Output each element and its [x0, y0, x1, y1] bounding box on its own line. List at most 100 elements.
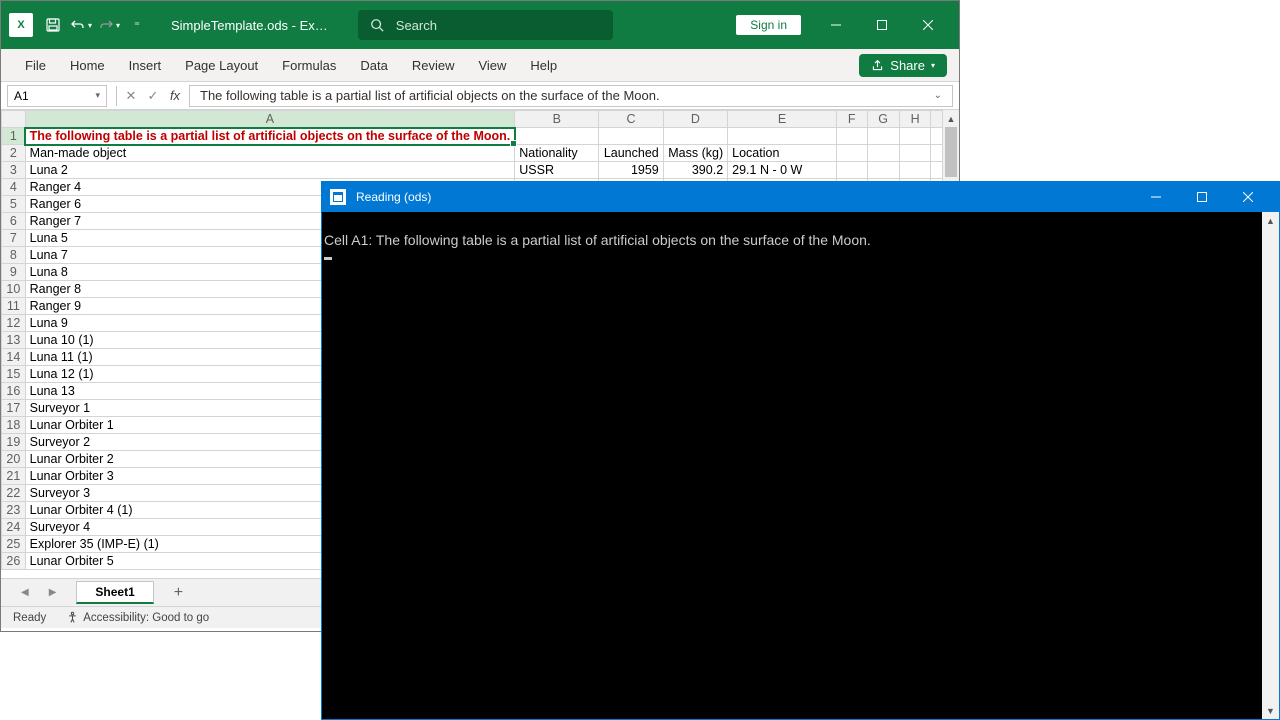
cell[interactable]: Mass (kg): [663, 145, 727, 162]
cell[interactable]: Man-made object: [25, 145, 515, 162]
tab-home[interactable]: Home: [58, 52, 117, 79]
share-button[interactable]: Share ▾: [859, 54, 947, 77]
console-titlebar[interactable]: Reading (ods): [322, 182, 1279, 212]
console-scrollbar[interactable]: ▲ ▼: [1262, 212, 1279, 719]
tab-review[interactable]: Review: [400, 52, 467, 79]
select-all-corner[interactable]: [2, 111, 26, 128]
row-header[interactable]: 10: [2, 281, 26, 298]
cell[interactable]: [899, 162, 931, 179]
scroll-up-icon[interactable]: ▲: [1262, 212, 1279, 229]
qat-customize-icon[interactable]: ⁼: [123, 11, 151, 39]
undo-icon[interactable]: ▾: [67, 11, 95, 39]
cell[interactable]: [836, 128, 867, 145]
row-header[interactable]: 13: [2, 332, 26, 349]
row-header[interactable]: 8: [2, 247, 26, 264]
row-header[interactable]: 2: [2, 145, 26, 162]
tab-data[interactable]: Data: [348, 52, 399, 79]
console-minimize-button[interactable]: [1133, 182, 1179, 212]
console-maximize-button[interactable]: [1179, 182, 1225, 212]
row-header[interactable]: 18: [2, 417, 26, 434]
row-header[interactable]: 20: [2, 451, 26, 468]
cell[interactable]: [867, 162, 899, 179]
scroll-thumb[interactable]: [945, 127, 957, 177]
cell[interactable]: Luna 2: [25, 162, 515, 179]
accessibility-status[interactable]: Accessibility: Good to go: [66, 611, 209, 624]
signin-button[interactable]: Sign in: [736, 15, 801, 35]
column-header[interactable]: A: [25, 111, 515, 128]
row-header[interactable]: 3: [2, 162, 26, 179]
close-button[interactable]: [905, 1, 951, 49]
cell[interactable]: [899, 128, 931, 145]
console-close-button[interactable]: [1225, 182, 1271, 212]
row-header[interactable]: 25: [2, 536, 26, 553]
cell[interactable]: [728, 128, 837, 145]
row-header[interactable]: 14: [2, 349, 26, 366]
column-header[interactable]: F: [836, 111, 867, 128]
cell[interactable]: [867, 128, 899, 145]
cell[interactable]: USSR: [515, 162, 599, 179]
row-header[interactable]: 12: [2, 315, 26, 332]
prev-sheet-icon[interactable]: ◀: [21, 587, 29, 598]
row-header[interactable]: 11: [2, 298, 26, 315]
column-header[interactable]: H: [899, 111, 931, 128]
scroll-down-icon[interactable]: ▼: [1262, 702, 1279, 719]
next-sheet-icon[interactable]: ▶: [49, 587, 57, 598]
search-box[interactable]: Search: [358, 10, 613, 40]
chevron-down-icon[interactable]: ⌄: [934, 85, 942, 107]
tab-formulas[interactable]: Formulas: [270, 52, 348, 79]
save-icon[interactable]: [39, 11, 67, 39]
row-header[interactable]: 22: [2, 485, 26, 502]
maximize-button[interactable]: [859, 1, 905, 49]
row-header[interactable]: 21: [2, 468, 26, 485]
row-header[interactable]: 16: [2, 383, 26, 400]
row-header[interactable]: 24: [2, 519, 26, 536]
name-box[interactable]: A1 ▾: [7, 85, 107, 107]
tab-help[interactable]: Help: [518, 52, 569, 79]
enter-formula-icon[interactable]: ✓: [142, 85, 164, 107]
tab-view[interactable]: View: [466, 52, 518, 79]
cancel-formula-icon[interactable]: ✕: [120, 85, 142, 107]
row-header[interactable]: 1: [2, 128, 26, 145]
add-sheet-icon[interactable]: +: [174, 584, 183, 602]
row-header[interactable]: 4: [2, 179, 26, 196]
cell[interactable]: [515, 128, 599, 145]
row-header[interactable]: 23: [2, 502, 26, 519]
row-header[interactable]: 9: [2, 264, 26, 281]
sheet-tab[interactable]: Sheet1: [76, 581, 153, 604]
cell[interactable]: [867, 145, 899, 162]
cell[interactable]: 29.1 N - 0 W: [728, 162, 837, 179]
formula-input[interactable]: The following table is a partial list of…: [189, 85, 953, 107]
chevron-down-icon[interactable]: ▾: [95, 90, 100, 101]
cell[interactable]: [836, 145, 867, 162]
scroll-up-icon[interactable]: ▲: [943, 110, 959, 127]
row-header[interactable]: 26: [2, 553, 26, 570]
cell[interactable]: [599, 128, 663, 145]
fx-icon[interactable]: fx: [164, 85, 186, 107]
cell[interactable]: [663, 128, 727, 145]
row-header[interactable]: 7: [2, 230, 26, 247]
cell[interactable]: [836, 162, 867, 179]
cell[interactable]: Launched: [599, 145, 663, 162]
cell[interactable]: [899, 145, 931, 162]
row-header[interactable]: 15: [2, 366, 26, 383]
row-header[interactable]: 19: [2, 434, 26, 451]
tab-file[interactable]: File: [13, 52, 58, 79]
excel-icon[interactable]: X: [9, 13, 33, 37]
redo-icon[interactable]: ▾: [95, 11, 123, 39]
row-header[interactable]: 6: [2, 213, 26, 230]
column-header[interactable]: E: [728, 111, 837, 128]
cell[interactable]: 1959: [599, 162, 663, 179]
column-header[interactable]: B: [515, 111, 599, 128]
cell[interactable]: Nationality: [515, 145, 599, 162]
column-header[interactable]: G: [867, 111, 899, 128]
console-body[interactable]: Cell A1: The following table is a partia…: [322, 212, 1279, 268]
minimize-button[interactable]: [813, 1, 859, 49]
row-header[interactable]: 5: [2, 196, 26, 213]
tab-page-layout[interactable]: Page Layout: [173, 52, 270, 79]
cell[interactable]: The following table is a partial list of…: [25, 128, 515, 145]
cell[interactable]: 390.2: [663, 162, 727, 179]
tab-insert[interactable]: Insert: [117, 52, 174, 79]
cell[interactable]: Location: [728, 145, 837, 162]
row-header[interactable]: 17: [2, 400, 26, 417]
column-header[interactable]: D: [663, 111, 727, 128]
